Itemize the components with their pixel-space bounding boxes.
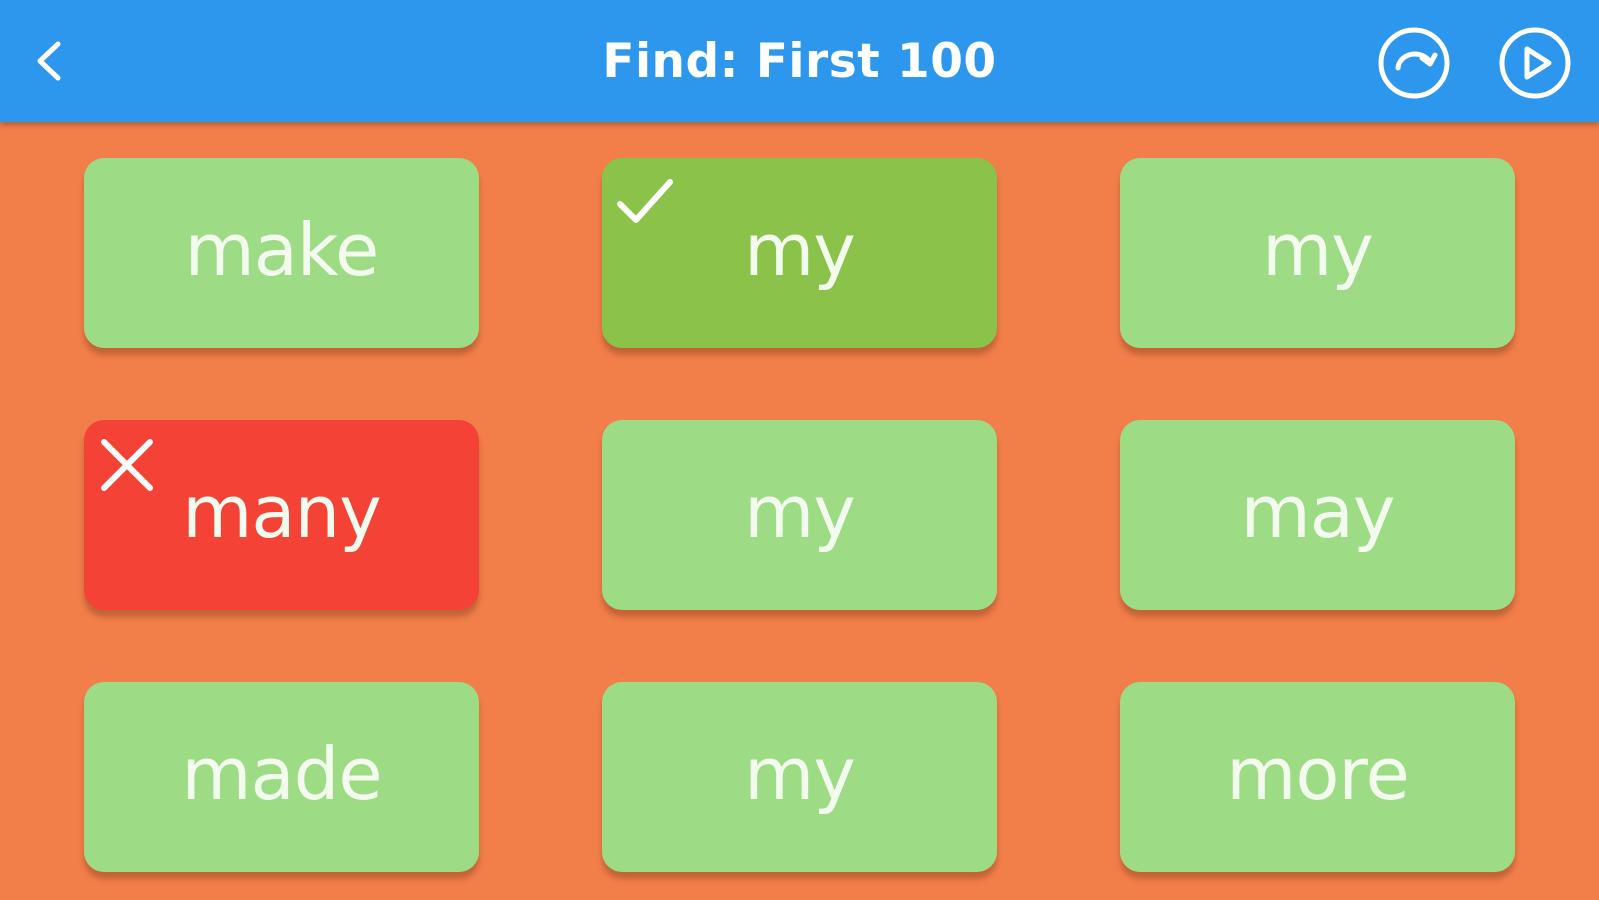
- play-button[interactable]: [1497, 25, 1573, 101]
- word-tile-my[interactable]: my: [602, 682, 997, 872]
- word-tile-my[interactable]: my: [1120, 158, 1515, 348]
- word-tile-may[interactable]: may: [1120, 420, 1515, 610]
- word-tile-label: my: [1262, 208, 1374, 292]
- word-tile-label: my: [744, 470, 856, 554]
- page-title: Find: First 100: [602, 34, 997, 89]
- word-tile-label: make: [184, 208, 380, 292]
- word-tile-label: more: [1226, 732, 1410, 816]
- word-tile-my[interactable]: my: [602, 420, 997, 610]
- word-tile-label: made: [181, 732, 382, 816]
- word-tile-my-correct[interactable]: my: [602, 158, 997, 348]
- word-tile-many-wrong[interactable]: many: [84, 420, 479, 610]
- word-tile-label: many: [182, 470, 382, 554]
- word-tile-make[interactable]: make: [84, 158, 479, 348]
- refresh-button[interactable]: [1376, 25, 1452, 101]
- top-app-bar: Find: First 100: [0, 0, 1599, 122]
- word-tile-label: my: [744, 208, 856, 292]
- word-tile-label: may: [1240, 470, 1396, 554]
- play-circle-icon: [1499, 27, 1571, 99]
- refresh-circle-icon: [1378, 27, 1450, 99]
- word-grid: make my my many my may made my more: [84, 158, 1515, 874]
- word-tile-made[interactable]: made: [84, 682, 479, 872]
- word-tile-more[interactable]: more: [1120, 682, 1515, 872]
- word-tile-label: my: [744, 732, 856, 816]
